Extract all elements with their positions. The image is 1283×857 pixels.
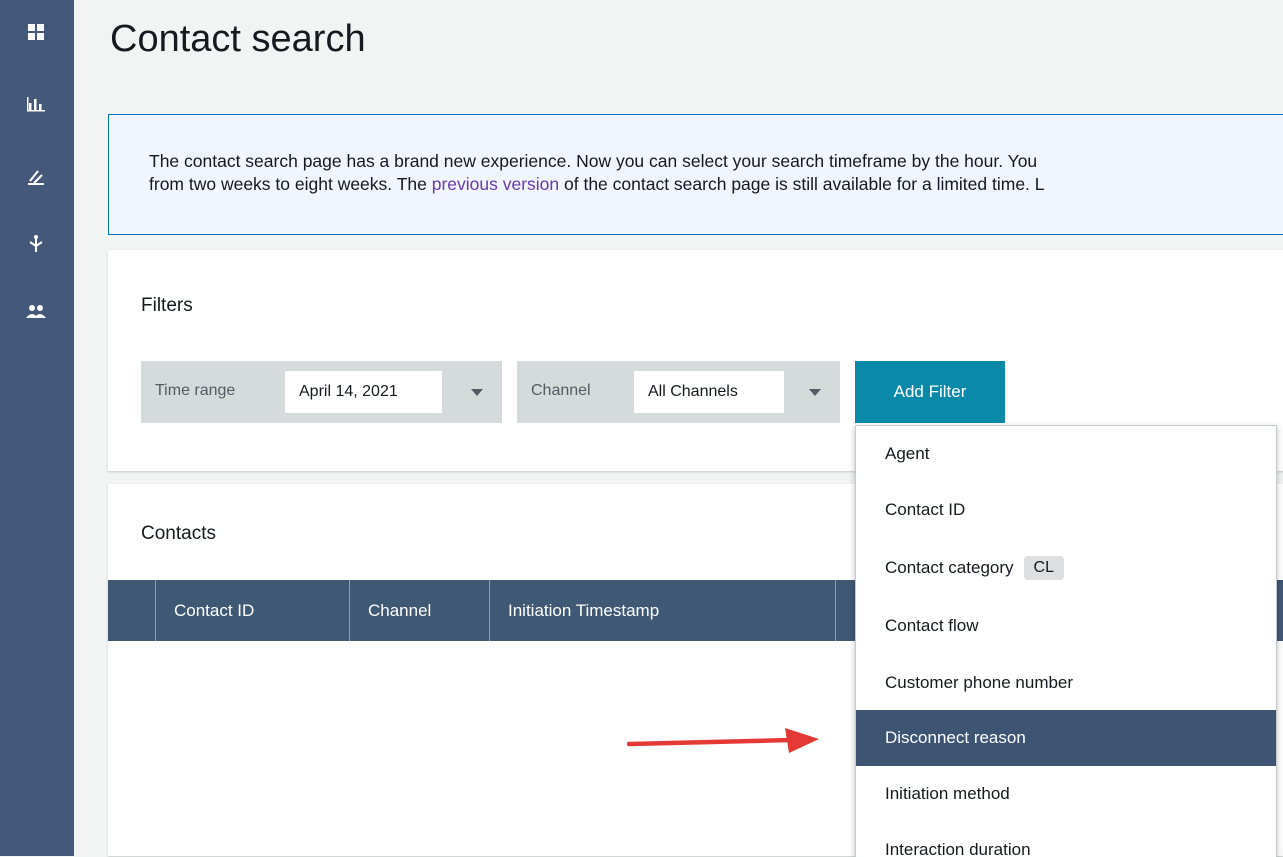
time-range-label: Time range [155, 382, 236, 399]
filters-heading: Filters [141, 295, 193, 316]
column-header-initiation-timestamp[interactable]: Initiation Timestamp [489, 580, 835, 641]
routing-icon[interactable] [22, 165, 50, 189]
menu-item-disconnect-reason[interactable]: Disconnect reason [856, 710, 1276, 766]
info-banner-line1: The contact search page has a brand new … [149, 151, 1038, 171]
menu-item-label: Contact category [885, 558, 1014, 577]
menu-item-initiation-method[interactable]: Initiation method [856, 766, 1276, 822]
previous-version-link[interactable]: previous version [432, 174, 559, 194]
menu-item-label: Interaction duration [885, 840, 1031, 857]
channel-label: Channel [531, 382, 591, 399]
flows-icon[interactable] [22, 232, 50, 256]
info-banner: The contact search page has a brand new … [108, 114, 1283, 235]
add-filter-button[interactable]: Add Filter [855, 361, 1005, 423]
column-header-contact-id[interactable]: Contact ID [155, 580, 349, 641]
annotation-arrow-icon [627, 728, 819, 753]
time-range-filter[interactable]: Time range April 14, 2021 [141, 361, 502, 423]
menu-item-interaction-duration[interactable]: Interaction duration [856, 822, 1276, 857]
column-header-channel[interactable]: Channel [349, 580, 489, 641]
menu-item-agent[interactable]: Agent [856, 426, 1276, 482]
menu-item-label: Contact ID [885, 500, 966, 519]
menu-item-contact-flow[interactable]: Contact flow [856, 598, 1276, 654]
menu-item-label: Initiation method [885, 784, 1010, 803]
page-title: Contact search [110, 18, 366, 60]
menu-item-contact-category[interactable]: Contact category CL [856, 540, 1276, 596]
sidebar-nav [0, 0, 74, 856]
info-banner-text: The contact search page has a brand new … [149, 150, 1283, 196]
contacts-heading: Contacts [141, 523, 216, 544]
time-range-value[interactable]: April 14, 2021 [285, 371, 442, 413]
menu-item-label: Customer phone number [885, 673, 1074, 692]
users-icon[interactable] [22, 299, 50, 323]
menu-item-label: Contact flow [885, 616, 979, 635]
menu-item-customer-phone-number[interactable]: Customer phone number [856, 655, 1276, 711]
add-filter-menu: Agent Contact ID Contact category CL Cont… [855, 425, 1277, 857]
menu-item-label: Disconnect reason [885, 728, 1026, 747]
channel-value[interactable]: All Channels [634, 371, 784, 413]
channel-filter[interactable]: Channel All Channels [517, 361, 840, 423]
dashboard-icon[interactable] [22, 20, 50, 44]
info-banner-line2: from two weeks to eight weeks. The previ… [149, 173, 1283, 196]
info-banner-line2-end: of the contact search page is still avai… [559, 174, 1045, 194]
info-banner-line2-start: from two weeks to eight weeks. The [149, 174, 432, 194]
cl-badge: CL [1023, 556, 1064, 580]
metrics-icon[interactable] [22, 92, 50, 116]
chevron-down-icon[interactable] [809, 389, 821, 396]
menu-item-label: Agent [885, 444, 930, 463]
menu-item-contact-id[interactable]: Contact ID [856, 482, 1276, 538]
chevron-down-icon[interactable] [471, 389, 483, 396]
